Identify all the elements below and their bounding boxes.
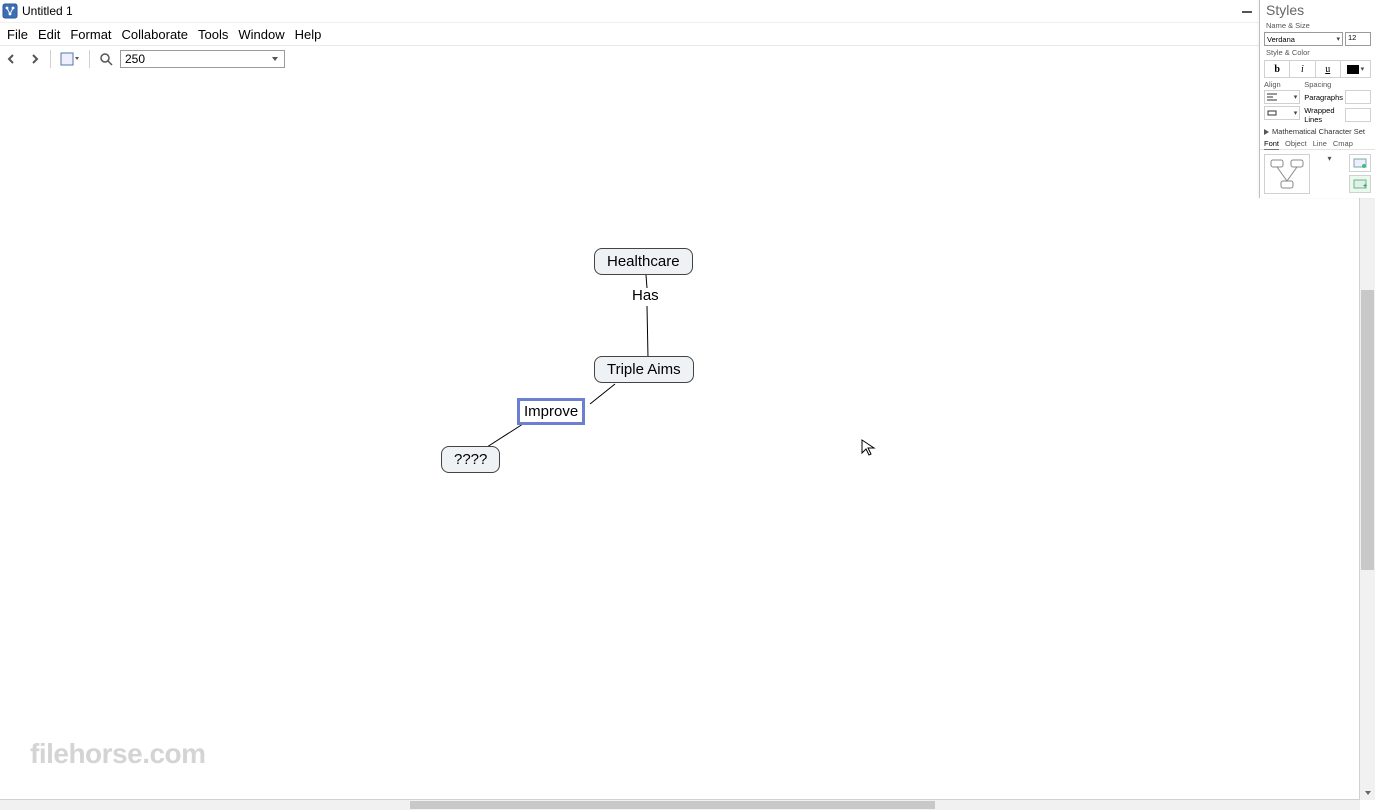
align-horizontal-select[interactable]: ▾	[1264, 90, 1300, 104]
tab-line[interactable]: Line	[1313, 138, 1327, 149]
watermark: filehorse.com	[30, 738, 206, 770]
align-vertical-select[interactable]: ▾	[1264, 106, 1300, 120]
italic-button[interactable]: i	[1289, 60, 1314, 78]
scroll-down-icon[interactable]	[1360, 786, 1375, 800]
node-label: Triple Aims	[607, 361, 681, 378]
spacing-paragraphs-label: Paragraphs	[1304, 93, 1343, 102]
color-chip-icon	[1347, 65, 1359, 74]
styles-tabs: Font Object Line Cmap	[1260, 138, 1375, 150]
panel-title-text: Styles	[1266, 2, 1304, 18]
zoom-value: 250	[125, 52, 145, 66]
font-color-button[interactable]: ▾	[1340, 60, 1371, 78]
style-preset-icon[interactable]	[1349, 154, 1371, 172]
chevron-down-icon: ▾	[1294, 109, 1298, 117]
section-align: Align	[1264, 80, 1300, 89]
panel-minimize-icon[interactable]	[1240, 6, 1254, 18]
tab-font[interactable]: Font	[1264, 138, 1279, 150]
zoom-icon[interactable]	[98, 51, 114, 67]
link-label-improve-editing[interactable]: Improve	[517, 398, 585, 425]
section-name-size: Name & Size	[1260, 20, 1375, 31]
styles-panel-title: Styles	[1260, 0, 1375, 20]
align-middle-icon	[1267, 109, 1277, 117]
vertical-scroll-thumb[interactable]	[1361, 290, 1374, 570]
canvas-area[interactable]: Healthcare Has Triple Aims Improve ???? …	[0, 70, 1360, 800]
wrapped-line-spacing-stepper[interactable]	[1345, 108, 1371, 122]
chevron-down-icon: ▾	[1336, 35, 1340, 43]
menu-tools[interactable]: Tools	[193, 25, 233, 44]
triangle-right-icon	[1264, 129, 1269, 135]
add-style-icon[interactable]: +	[1349, 175, 1371, 193]
math-charset-label: Mathematical Character Set	[1272, 127, 1365, 136]
section-spacing: Spacing	[1304, 80, 1371, 89]
bold-button[interactable]: b	[1264, 60, 1289, 78]
section-style-color: Style & Color	[1260, 47, 1375, 58]
font-name-select[interactable]: Verdana ▾	[1264, 32, 1343, 46]
separator	[50, 50, 51, 68]
zoom-combo[interactable]: 250	[120, 50, 285, 68]
menu-help[interactable]: Help	[290, 25, 327, 44]
toolbar: 250	[0, 46, 1375, 73]
node-unknown[interactable]: ????	[441, 446, 500, 473]
menu-edit[interactable]: Edit	[33, 25, 65, 44]
link-label-has[interactable]: Has	[632, 287, 659, 304]
separator	[89, 50, 90, 68]
chevron-down-icon[interactable]	[268, 51, 282, 67]
math-charset-toggle[interactable]: Mathematical Character Set	[1264, 127, 1371, 136]
underline-button[interactable]: u	[1315, 60, 1340, 78]
node-triple-aims[interactable]: Triple Aims	[594, 356, 694, 383]
nav-back-button[interactable]	[4, 51, 20, 67]
menu-window[interactable]: Window	[233, 25, 289, 44]
watermark-tld: .com	[142, 738, 205, 769]
node-healthcare[interactable]: Healthcare	[594, 248, 693, 275]
label-text: Improve	[524, 403, 578, 420]
chevron-down-icon: ▾	[1294, 93, 1298, 101]
node-label: Healthcare	[607, 253, 680, 270]
menu-format[interactable]: Format	[65, 25, 116, 44]
styles-panel: Styles Name & Size Verdana ▾ 12 Style & …	[1259, 0, 1375, 198]
titlebar: Untitled 1	[0, 0, 1375, 23]
node-label: ????	[454, 451, 487, 468]
label-text: Has	[632, 287, 659, 304]
app-icon	[2, 3, 18, 19]
document-title: Untitled 1	[22, 4, 73, 18]
cmap-preview-thumbnail[interactable]	[1264, 154, 1310, 194]
svg-text:+: +	[1363, 183, 1367, 189]
menu-collaborate[interactable]: Collaborate	[117, 25, 194, 44]
tab-cmap[interactable]: Cmap	[1333, 138, 1353, 149]
paragraph-spacing-stepper[interactable]	[1345, 90, 1371, 104]
font-size-value: 12	[1348, 33, 1356, 42]
spacing-wrapped-label: Wrapped Lines	[1304, 106, 1343, 124]
nav-forward-button[interactable]	[26, 51, 42, 67]
chevron-down-icon: ▾	[1361, 65, 1365, 73]
menu-file[interactable]: File	[2, 25, 33, 44]
menubar: File Edit Format Collaborate Tools Windo…	[0, 23, 1375, 46]
connection-lines	[0, 70, 1360, 800]
tab-object[interactable]: Object	[1285, 138, 1307, 149]
font-name-value: Verdana	[1267, 35, 1295, 44]
view-dropdown-icon[interactable]	[59, 51, 81, 67]
chevron-down-icon[interactable]: ▾	[1325, 154, 1335, 163]
horizontal-scroll-thumb[interactable]	[410, 801, 935, 809]
font-size-input[interactable]: 12	[1345, 32, 1371, 46]
watermark-brand: filehorse	[30, 738, 142, 769]
horizontal-scrollbar[interactable]	[0, 799, 1360, 810]
align-left-icon	[1267, 93, 1277, 101]
